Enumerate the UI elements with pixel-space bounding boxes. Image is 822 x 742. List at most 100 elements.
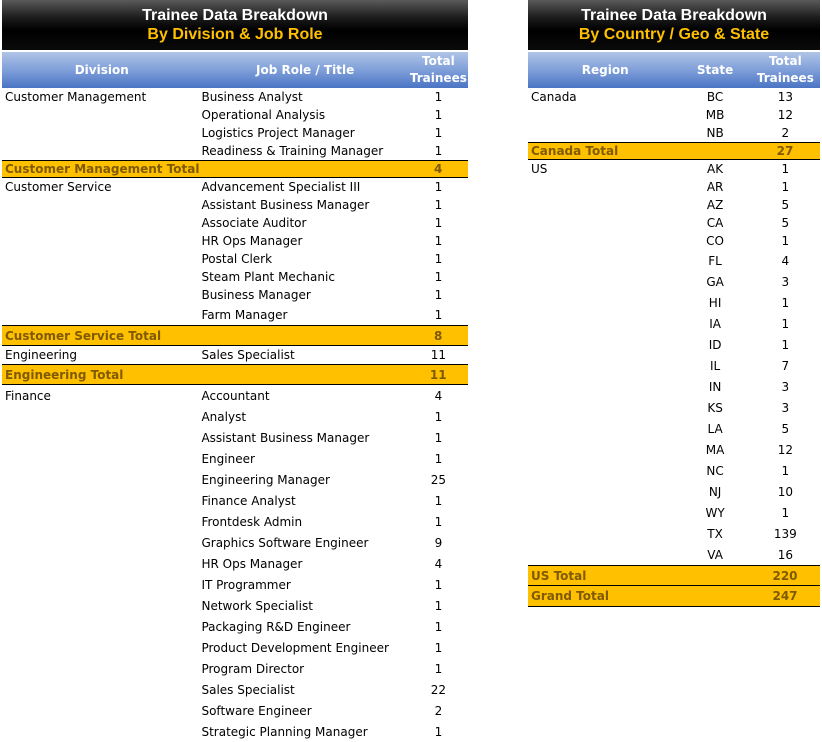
table-row[interactable]: TX 139 — [528, 523, 820, 544]
table-row[interactable]: US AK 1 — [528, 160, 820, 178]
header-division[interactable]: Division — [2, 63, 198, 77]
subtotal-row[interactable]: US Total 220 — [528, 565, 820, 586]
table-row[interactable]: Engineering Manager 25 — [2, 469, 468, 490]
subtotal-label: Canada Total — [531, 144, 619, 158]
trainee-count-cell: 3 — [781, 379, 790, 394]
table-row[interactable]: Assistant Business Manager 1 — [2, 196, 468, 214]
table-row[interactable]: VA 16 — [528, 544, 820, 565]
trainee-count-cell: 9 — [434, 535, 443, 550]
header-total-trainees[interactable]: Total Trainees — [409, 53, 468, 87]
trainee-count-cell: 5 — [781, 216, 790, 230]
table-row[interactable]: LA 5 — [528, 418, 820, 439]
division-cell: Finance — [5, 388, 51, 403]
table-row[interactable]: Operational Analysis 1 — [2, 106, 468, 124]
table-row[interactable]: KS 3 — [528, 397, 820, 418]
table-row[interactable]: Analyst 1 — [2, 406, 468, 427]
table-row[interactable]: Software Engineer 2 — [2, 700, 468, 721]
job-role-cell: Graphics Software Engineer — [201, 535, 369, 550]
trainee-count-cell: 1 — [781, 295, 790, 310]
job-role-cell: Readiness & Training Manager — [201, 144, 384, 158]
table-row[interactable]: NJ 10 — [528, 481, 820, 502]
table-row[interactable]: Network Specialist 1 — [2, 595, 468, 616]
table-row[interactable]: Sales Specialist 22 — [2, 679, 468, 700]
table-row[interactable]: WY 1 — [528, 502, 820, 523]
table-row[interactable]: GA 3 — [528, 271, 820, 292]
state-cell: NJ — [708, 484, 722, 499]
state-cell: CO — [706, 234, 724, 248]
header-total-line2: Trainees — [756, 71, 814, 85]
table-row[interactable]: Finance Accountant 4 — [2, 385, 468, 406]
table-row[interactable]: Steam Plant Mechanic 1 — [2, 268, 468, 286]
table-row[interactable]: Graphics Software Engineer 9 — [2, 532, 468, 553]
table-row[interactable]: MB 12 — [528, 106, 820, 124]
trainee-count-cell: 1 — [434, 598, 443, 613]
table-row[interactable]: Business Manager 1 — [2, 286, 468, 304]
geo-breakdown-table: Trainee Data Breakdown By Country / Geo … — [528, 0, 820, 607]
division-cell: Customer Service — [5, 180, 112, 194]
table-row[interactable]: Packaging R&D Engineer 1 — [2, 616, 468, 637]
subtotal-row[interactable]: Canada Total 27 — [528, 142, 820, 160]
table-row[interactable]: AZ 5 — [528, 196, 820, 214]
table-row[interactable]: Postal Clerk 1 — [2, 250, 468, 268]
state-cell: IL — [709, 358, 721, 373]
job-role-cell: Frontdesk Admin — [201, 514, 303, 529]
header-state[interactable]: State — [679, 63, 750, 77]
table-row[interactable]: Logistics Project Manager 1 — [2, 124, 468, 142]
table-row[interactable]: NB 2 — [528, 124, 820, 142]
trainee-count-cell: 25 — [430, 472, 447, 487]
job-role-cell: Business Manager — [201, 288, 311, 302]
table-row[interactable]: Farm Manager 1 — [2, 304, 468, 325]
trainee-count-cell: 139 — [773, 526, 797, 541]
table-row[interactable]: IA 1 — [528, 313, 820, 334]
table-row[interactable]: FL 4 — [528, 250, 820, 271]
division-table-header: Division Job Role / Title Total Trainees — [2, 52, 468, 88]
table-row[interactable]: IL 7 — [528, 355, 820, 376]
grand-total-label: Grand Total — [531, 589, 609, 603]
table-row[interactable]: Program Director 1 — [2, 658, 468, 679]
table-row[interactable]: HR Ops Manager 1 — [2, 232, 468, 250]
table-row[interactable]: Assistant Business Manager 1 — [2, 427, 468, 448]
subtotal-row[interactable]: Customer Management Total 4 — [2, 160, 468, 178]
table-row[interactable]: Engineer 1 — [2, 448, 468, 469]
table-row[interactable]: Customer Management Business Analyst 1 — [2, 88, 468, 106]
trainee-count-cell: 3 — [781, 274, 790, 289]
table-row[interactable]: NC 1 — [528, 460, 820, 481]
table-row[interactable]: CA 5 — [528, 214, 820, 232]
trainee-count-cell: 1 — [434, 577, 443, 592]
table-row[interactable]: Readiness & Training Manager 1 — [2, 142, 468, 160]
table-row[interactable]: HI 1 — [528, 292, 820, 313]
trainee-count-cell: 12 — [777, 442, 793, 457]
subtotal-value: 220 — [772, 568, 798, 583]
table-row[interactable]: CO 1 — [528, 232, 820, 250]
table-row[interactable]: IT Programmer 1 — [2, 574, 468, 595]
subtotal-value: 11 — [429, 367, 447, 382]
table-row[interactable]: Strategic Planning Manager 1 — [2, 721, 468, 742]
table-row[interactable]: Frontdesk Admin 1 — [2, 511, 468, 532]
table-row[interactable]: HR Ops Manager 4 — [2, 553, 468, 574]
table-row[interactable]: Associate Auditor 1 — [2, 214, 468, 232]
grand-total-row[interactable]: Grand Total 247 — [528, 586, 820, 607]
header-job-role[interactable]: Job Role / Title — [198, 63, 408, 77]
subtotal-row[interactable]: Engineering Total 11 — [2, 364, 468, 385]
table-row[interactable]: Engineering Sales Specialist 11 — [2, 346, 468, 364]
table-row[interactable]: ID 1 — [528, 334, 820, 355]
table-row[interactable]: Finance Analyst 1 — [2, 490, 468, 511]
header-total-trainees[interactable]: Total Trainees — [751, 53, 820, 87]
table-row[interactable]: Customer Service Advancement Specialist I… — [2, 178, 468, 196]
trainee-count-cell: 10 — [777, 484, 793, 499]
subtotal-row[interactable]: Customer Service Total 8 — [2, 325, 468, 346]
table-row[interactable]: AR 1 — [528, 178, 820, 196]
header-region[interactable]: Region — [528, 63, 679, 77]
table-row[interactable]: Product Development Engineer 1 — [2, 637, 468, 658]
table-row[interactable]: MA 12 — [528, 439, 820, 460]
state-cell: NB — [706, 126, 724, 140]
table-row[interactable]: Canada BC 13 — [528, 88, 820, 106]
table-row[interactable]: IN 3 — [528, 376, 820, 397]
state-cell: MA — [705, 442, 725, 457]
trainee-count-cell: 1 — [781, 234, 790, 248]
trainee-count-cell: 1 — [781, 337, 790, 352]
trainee-count-cell: 3 — [781, 400, 790, 415]
trainee-count-cell: 4 — [434, 556, 443, 571]
division-table-title: Trainee Data Breakdown — [142, 7, 328, 24]
state-cell: LA — [707, 421, 723, 436]
